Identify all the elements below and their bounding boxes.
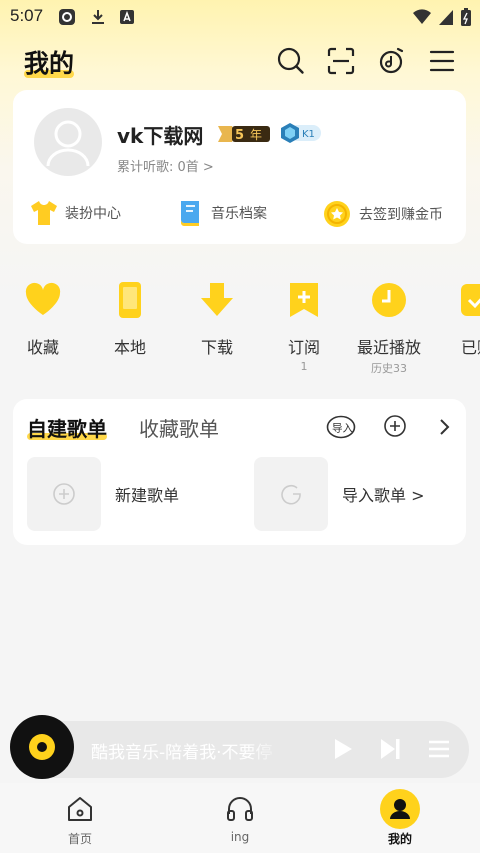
wifi-icon [413, 9, 431, 24]
feature-label: 本地 [113, 338, 146, 357]
badge-years-number: 5 [235, 128, 244, 143]
profile-card: vk下载网 5 年 K1 累计听歌: 0首 > 装扮中心 音乐档案 去签到赚金币 [13, 90, 466, 244]
purchased-icon [461, 284, 480, 316]
playlist-card: 自建歌单 收藏歌单 导入 新建歌单 导入歌单 > [13, 399, 466, 545]
subscribe-icon [290, 283, 318, 317]
feature-label: 下载 [200, 338, 233, 357]
profile-icon [380, 789, 420, 829]
coin-icon [324, 201, 350, 227]
nav-label: 我的 [387, 832, 412, 846]
username[interactable]: vk下载网 [117, 120, 203, 149]
playlist-queue-icon[interactable] [425, 735, 453, 763]
search-icon[interactable] [276, 46, 306, 76]
feature-local[interactable]: 本地 [87, 280, 173, 358]
playlist-name: 新建歌单 [115, 486, 180, 505]
import-circle-icon [281, 484, 301, 505]
play-icon[interactable] [328, 735, 356, 763]
badge-level-text: K1 [302, 129, 315, 140]
signal-icon [439, 10, 453, 25]
quick-link-music-archive[interactable]: 音乐档案 [175, 198, 267, 228]
quick-links: 装扮中心 音乐档案 去签到赚金币 [13, 198, 466, 232]
badge-years-text: 年 [250, 128, 262, 142]
next-icon[interactable] [376, 735, 404, 763]
feature-label: 最近播放 [356, 338, 421, 357]
quick-link-checkin[interactable]: 去签到赚金币 [321, 198, 443, 230]
phone-icon [119, 282, 141, 318]
clock-icon [372, 283, 406, 317]
download-icon [201, 283, 233, 316]
nav-ing[interactable]: ing [200, 789, 280, 844]
nav-mine[interactable]: 我的 [360, 789, 440, 847]
battery-icon [461, 8, 471, 26]
nav-label: ing [230, 830, 250, 844]
feature-sub: 历史33 [371, 362, 407, 375]
feature-download[interactable]: 下载 [174, 280, 260, 358]
heart-icon [25, 282, 61, 315]
home-icon [68, 797, 92, 821]
import-badge-text: 导入 [332, 423, 353, 435]
listen-count[interactable]: 累计听歌: 0首 > [117, 156, 214, 175]
new-playlist-item[interactable]: 新建歌单 [27, 457, 179, 531]
vip-years-badge[interactable]: 5 年 [216, 122, 272, 144]
level-badge[interactable]: K1 [279, 122, 323, 144]
feature-subscribe[interactable]: 订阅 1 [261, 280, 347, 373]
import-button[interactable]: 导入 [326, 414, 356, 440]
shirt-icon [31, 201, 57, 225]
feature-favorites[interactable]: 收藏 [0, 280, 86, 358]
import-playlist-item[interactable]: 导入歌单 > [254, 457, 425, 531]
import-playlist-thumb [254, 457, 328, 531]
headphones-icon [227, 797, 253, 821]
new-playlist-thumb [27, 457, 101, 531]
tab-created-playlists[interactable]: 自建歌单 [27, 413, 107, 442]
feature-label: 已购 [460, 338, 480, 357]
playlist-name: 导入歌单 > [342, 486, 425, 505]
feature-label: 订阅 [287, 338, 320, 357]
album-disc[interactable] [10, 715, 74, 779]
feature-sub: 1 [300, 360, 308, 373]
feature-label: 收藏 [26, 338, 59, 357]
quick-link-label: 音乐档案 [211, 206, 267, 222]
avatar[interactable] [34, 108, 102, 176]
song-title[interactable]: 酷我音乐-陪着我·不要停 [91, 738, 287, 763]
plus-circle-icon [53, 483, 75, 505]
nav-home[interactable]: 首页 [40, 789, 120, 847]
nav-label: 首页 [67, 832, 92, 846]
app-notification-icon [59, 9, 75, 25]
status-time: 5:07 [10, 6, 44, 25]
download-status-icon [92, 10, 104, 24]
quick-link-label: 装扮中心 [65, 206, 121, 222]
keyboard-status-icon [120, 10, 134, 24]
features-row: 收藏 本地 下载 订阅 1 最近播放 历史33 已购 [0, 280, 480, 375]
book-icon [181, 201, 199, 226]
bottom-nav: 首页 ing 我的 [0, 783, 480, 853]
status-bar: 5:07 [0, 0, 480, 34]
add-playlist-button[interactable] [380, 414, 410, 440]
music-recognition-icon[interactable] [377, 46, 407, 76]
mini-player[interactable]: 酷我音乐-陪着我·不要停 [10, 715, 469, 779]
feature-purchased[interactable]: 已购 [434, 280, 480, 358]
page-title: 我的 [24, 49, 75, 78]
menu-icon[interactable] [427, 46, 457, 76]
quick-link-dress-up[interactable]: 装扮中心 [29, 198, 121, 228]
tab-collected-playlists[interactable]: 收藏歌单 [139, 413, 219, 442]
scan-icon[interactable] [326, 46, 356, 76]
feature-recent[interactable]: 最近播放 历史33 [346, 280, 432, 376]
quick-link-label: 去签到赚金币 [359, 207, 443, 223]
default-avatar-icon [46, 120, 90, 167]
chevron-right-icon[interactable] [431, 414, 461, 440]
